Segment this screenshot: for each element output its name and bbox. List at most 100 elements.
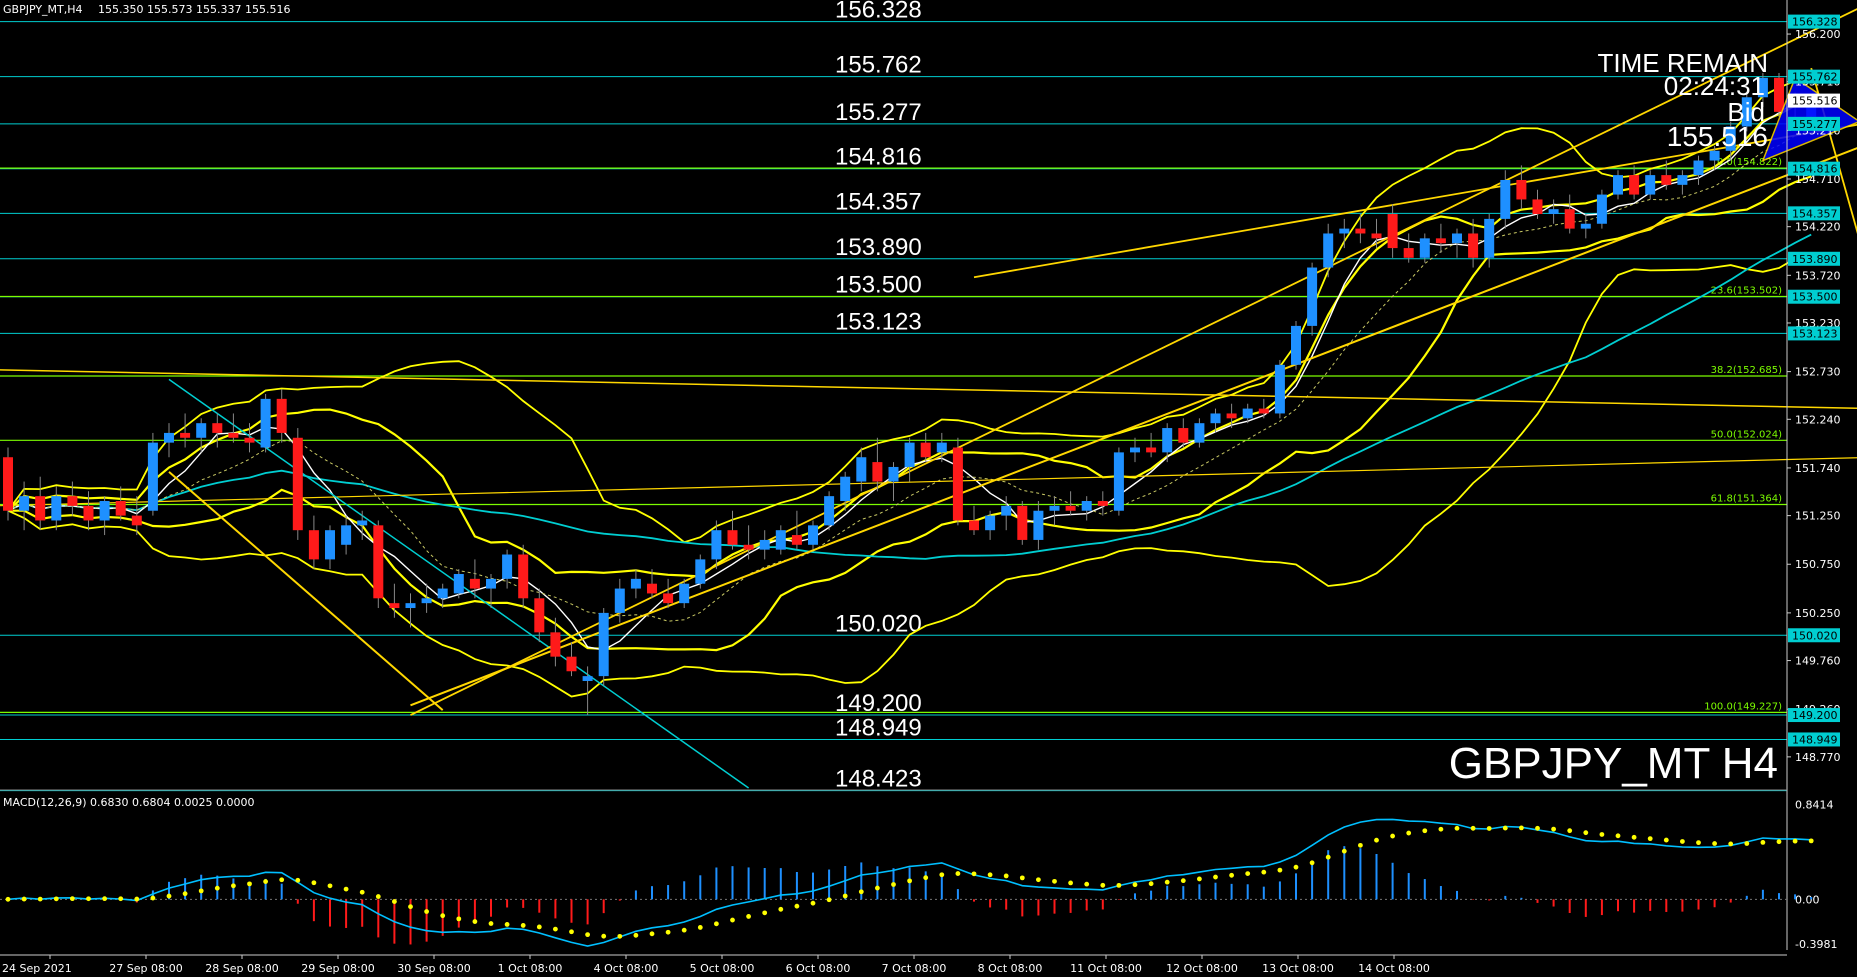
- price-tag-label: 155.762: [1792, 71, 1838, 84]
- macd-signal-dot: [198, 888, 204, 894]
- time-tick-label: 8 Oct 08:00: [978, 962, 1043, 975]
- level-label: 153.890: [835, 234, 922, 261]
- candle-bear: [373, 525, 384, 599]
- price-tick-label: 148.770: [1795, 751, 1841, 764]
- candle-bear: [1387, 214, 1398, 249]
- macd-signal-dot: [1438, 826, 1444, 832]
- candle-bear: [180, 432, 191, 438]
- candle-bull: [1693, 160, 1704, 176]
- candle-bull: [1081, 501, 1092, 511]
- price-tag-label: 153.123: [1792, 327, 1838, 340]
- candle-bull: [679, 583, 690, 604]
- price-tick-label: 150.750: [1795, 558, 1841, 571]
- candle-bear: [1468, 233, 1479, 258]
- candle-bull: [437, 588, 448, 599]
- macd-signal-dot: [279, 877, 285, 883]
- macd-label: MACD(12,26,9) 0.6830 0.6804 0.0025 0.000…: [3, 796, 255, 809]
- candle-bull: [196, 423, 207, 438]
- candle-bull: [695, 559, 706, 584]
- macd-signal-dot: [1567, 828, 1573, 834]
- macd-signal-dot: [150, 895, 156, 901]
- time-tick-label: 13 Oct 08:00: [1262, 962, 1334, 975]
- candle-bear: [1629, 175, 1640, 195]
- candle-bear: [1371, 233, 1382, 239]
- macd-signal-dot: [1502, 825, 1508, 831]
- macd-signal-dot: [681, 927, 687, 933]
- macd-signal-dot: [1036, 877, 1041, 883]
- macd-signal-dot: [1535, 825, 1540, 831]
- macd-signal-dot: [1792, 838, 1798, 844]
- time-tick-label: 29 Sep 08:00: [301, 962, 374, 975]
- macd-signal-dot: [569, 929, 574, 935]
- macd-signal-dot: [891, 882, 896, 887]
- macd-signal-dot: [714, 921, 719, 927]
- macd-signal-dot: [762, 910, 768, 916]
- candle-bull: [1033, 510, 1044, 540]
- candle-bear: [292, 437, 303, 531]
- price-tick-label: 154.220: [1795, 221, 1841, 234]
- price-chart[interactable]: 156.328 155.762 155.277 154.816 154.357 153.8…: [0, 0, 1857, 977]
- macd-signal-dot: [134, 896, 140, 902]
- macd-signal-dot: [1052, 878, 1057, 884]
- macd-signal-dot: [875, 885, 880, 891]
- candle-bear: [1146, 447, 1157, 453]
- macd-signal-dot: [37, 896, 43, 902]
- candle-bull: [1194, 423, 1205, 443]
- macd-signal-dot: [842, 893, 848, 899]
- macd-signal-dot: [392, 899, 397, 904]
- candle-bull: [19, 496, 30, 511]
- candle-bull: [614, 588, 625, 613]
- macd-signal-dot: [1583, 830, 1589, 836]
- candle-bull: [1130, 447, 1140, 453]
- horizontal-levels: 156.328 155.762 155.277 154.816 154.357 153.8…: [0, 0, 1787, 793]
- candle-bear: [1532, 199, 1543, 215]
- candle-bear: [1097, 501, 1108, 506]
- price-tick-label: 156.200: [1795, 28, 1841, 41]
- candle-bear: [1258, 408, 1269, 414]
- price-tag-label: 156.328: [1792, 16, 1838, 29]
- macd-panel: 0.8414 0.00 -0.3981: [0, 789, 1837, 951]
- macd-signal-dot: [1647, 836, 1653, 842]
- macd-signal-dot: [1551, 826, 1556, 832]
- macd-signal-dot: [182, 891, 188, 897]
- macd-signal-dot: [697, 925, 703, 930]
- fib-label: 100.0(149.227): [1704, 701, 1782, 712]
- macd-tick-label: 0.00: [1795, 893, 1820, 906]
- candle-bull: [1242, 408, 1253, 419]
- macd-signal-dot: [1132, 882, 1138, 888]
- candle-bear: [67, 496, 78, 506]
- price-tag-label: 154.816: [1792, 163, 1838, 176]
- candle-bull: [502, 554, 513, 579]
- price-tag-label: 149.200: [1792, 709, 1838, 722]
- macd-signal-dot: [1744, 841, 1750, 846]
- time-tick-label: 1 Oct 08:00: [498, 962, 563, 975]
- time-tick-label: 11 Oct 08:00: [1070, 962, 1142, 975]
- candle-bull: [1162, 428, 1173, 453]
- candle-bull: [1548, 209, 1559, 215]
- macd-signal-dot: [1003, 873, 1009, 879]
- time-tick-label: 5 Oct 08:00: [690, 962, 755, 975]
- candle-bear: [244, 437, 255, 443]
- macd-signal-dot: [1164, 879, 1170, 885]
- candle-bear: [1178, 428, 1189, 443]
- trend-line-flat-2: [0, 457, 1857, 507]
- macd-signal-dot: [21, 896, 27, 902]
- macd-signal-dot: [939, 872, 945, 878]
- candle-bull: [1580, 223, 1591, 229]
- candle-bull: [904, 442, 915, 467]
- candle-bull: [936, 442, 947, 453]
- candle-bear: [83, 505, 94, 521]
- candle-bull: [1709, 150, 1720, 161]
- candle-bull: [1113, 452, 1124, 511]
- candle-bull: [775, 530, 786, 550]
- candle-bull: [759, 539, 770, 550]
- macd-signal-dot: [311, 880, 317, 886]
- candle-bull: [1274, 364, 1285, 414]
- level-label: 155.762: [835, 52, 922, 79]
- price-tag-label: 154.357: [1792, 207, 1838, 220]
- candle-bull: [1339, 228, 1350, 234]
- price-tick-label: 152.730: [1795, 366, 1841, 379]
- candle-bear: [212, 423, 223, 433]
- price-tick-label: 151.250: [1795, 510, 1841, 523]
- candle-bear: [1435, 238, 1446, 244]
